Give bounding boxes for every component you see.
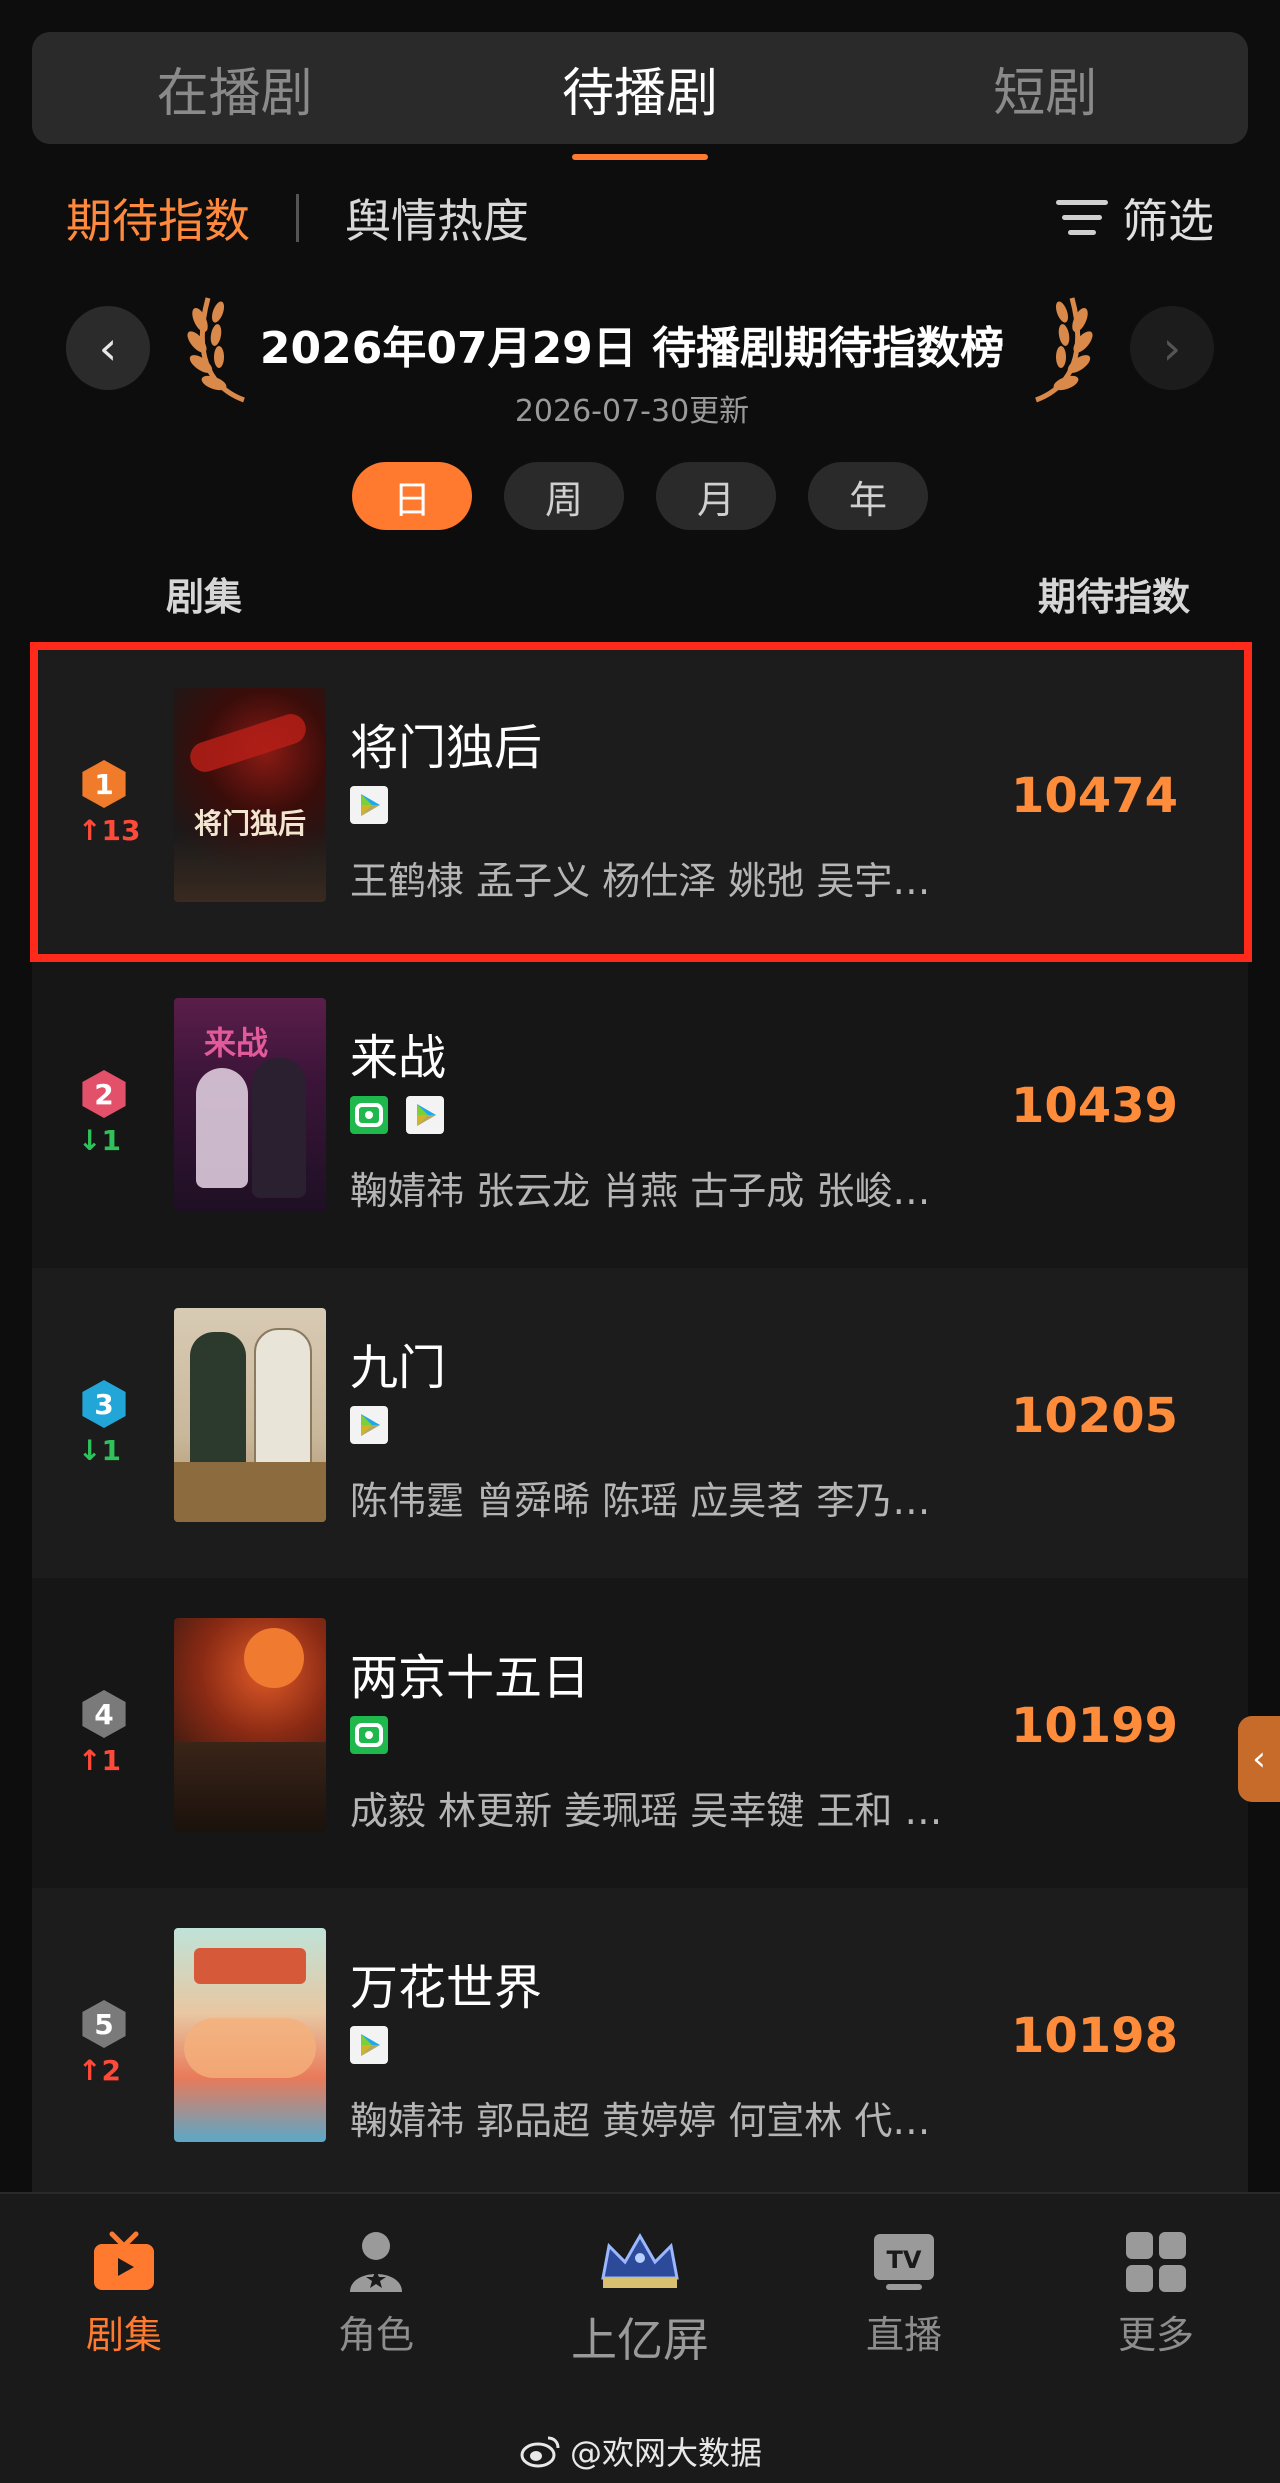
period-day[interactable]: 日 bbox=[352, 462, 472, 530]
nav-item-characters[interactable]: 角色 bbox=[296, 2228, 456, 2359]
ranking-row[interactable]: 4 ↑1 两京十五日 成毅 林更新 姜珮瑶 吴幸键 王和 … 10199 bbox=[32, 1578, 1248, 1888]
filter-icon bbox=[1056, 198, 1108, 238]
show-poster[interactable]: 来战 bbox=[174, 998, 326, 1212]
chevron-right-icon: › bbox=[1162, 321, 1182, 375]
credit-text: @欢网大数据 bbox=[570, 2434, 763, 2472]
tencent-video-icon bbox=[406, 1096, 444, 1134]
grid-icon bbox=[1122, 2228, 1190, 2296]
expectation-score: 10439 bbox=[1011, 1078, 1178, 1134]
rank-change: ↑1 bbox=[78, 1744, 121, 1777]
prev-day-button[interactable]: ‹ bbox=[66, 306, 150, 390]
nav-label: 角色 bbox=[337, 2313, 414, 2357]
weibo-icon bbox=[520, 2436, 560, 2468]
column-header-index: 期待指数 bbox=[1037, 575, 1190, 619]
side-drawer-toggle[interactable]: ‹ bbox=[1238, 1716, 1280, 1802]
nav-item-billion-screen[interactable]: 上亿屏 bbox=[560, 2228, 720, 2370]
show-title: 九门 bbox=[350, 1340, 447, 1396]
show-poster[interactable] bbox=[174, 1308, 326, 1522]
tv-live-icon: TV bbox=[870, 2228, 938, 2296]
ranking-list: 1 ↑13 将门独后 将门独后 王鹤棣 孟子义 杨仕泽 姚弛 吴宇… 10474… bbox=[32, 648, 1248, 2198]
expectation-score: 10198 bbox=[1011, 2008, 1178, 2064]
board-title: 2026年07月29日 待播剧期待指数榜 bbox=[259, 323, 1005, 374]
rank-badge: 2 bbox=[82, 1070, 126, 1118]
rank-badge: 3 bbox=[82, 1380, 126, 1428]
ranking-row[interactable]: 1 ↑13 将门独后 将门独后 王鹤棣 孟子义 杨仕泽 姚弛 吴宇… 10474 bbox=[32, 648, 1248, 958]
show-title: 两京十五日 bbox=[350, 1650, 591, 1706]
period-week[interactable]: 周 bbox=[504, 462, 624, 530]
tencent-video-icon bbox=[350, 1406, 388, 1444]
poster-title-text: 将门独后 bbox=[193, 807, 306, 840]
platform-list bbox=[350, 1406, 388, 1444]
ranking-row[interactable]: 5 ↑2 万花世界 鞠婧祎 郭品超 黄婷婷 何宣林 代… 10198 bbox=[32, 1888, 1248, 2198]
show-title: 万花世界 bbox=[350, 1960, 543, 2016]
expectation-score: 10474 bbox=[1011, 768, 1178, 824]
nav-label: 直播 bbox=[865, 2313, 942, 2357]
weibo-watermark: @欢网大数据 bbox=[520, 2428, 762, 2474]
next-day-button[interactable]: › bbox=[1130, 306, 1214, 390]
iqiyi-icon bbox=[350, 1716, 388, 1754]
filter-button[interactable]: 筛选 bbox=[1056, 188, 1214, 248]
person-star-icon bbox=[342, 2228, 410, 2296]
nav-label: 剧集 bbox=[85, 2313, 162, 2357]
laurel-right-icon bbox=[1035, 297, 1093, 403]
iqiyi-icon bbox=[350, 1096, 388, 1134]
rank-change: ↑13 bbox=[78, 814, 141, 847]
crown-icon bbox=[595, 2228, 685, 2296]
show-cast: 陈伟霆 曾舜晞 陈瑶 应昊茗 李乃… bbox=[350, 1479, 931, 1523]
svg-text:TV: TV bbox=[887, 2246, 922, 2274]
rank-badge: 1 bbox=[82, 760, 126, 808]
period-selector: 日 周 月 年 bbox=[352, 462, 928, 530]
rank-badge: 5 bbox=[82, 2000, 126, 2048]
show-poster[interactable] bbox=[174, 1618, 326, 1832]
rank-change: ↓1 bbox=[78, 1434, 121, 1467]
period-year[interactable]: 年 bbox=[808, 462, 928, 530]
ranking-row[interactable]: 2 ↓1 来战 来战 鞠婧祎 张云龙 肖燕 古子成 张峻… 10439 bbox=[32, 958, 1248, 1268]
show-cast: 王鹤棣 孟子义 杨仕泽 姚弛 吴宇… bbox=[350, 859, 931, 903]
show-poster[interactable] bbox=[174, 1928, 326, 2142]
platform-list bbox=[350, 1096, 444, 1134]
show-title: 来战 bbox=[350, 1030, 447, 1086]
platform-list bbox=[350, 2026, 388, 2064]
nav-label: 更多 bbox=[1117, 2313, 1194, 2357]
subtab-public-opinion[interactable]: 舆情热度 bbox=[345, 185, 529, 251]
tab-short-drama[interactable]: 短剧 bbox=[895, 51, 1195, 126]
show-poster[interactable]: 将门独后 bbox=[174, 688, 326, 902]
show-cast: 鞠婧祎 郭品超 黄婷婷 何宣林 代… bbox=[350, 2099, 931, 2143]
nav-item-live[interactable]: TV 直播 bbox=[824, 2228, 984, 2359]
subtab-bar: 期待指数 舆情热度 bbox=[66, 188, 529, 248]
board-updated-date: 2026-07-30更新 bbox=[514, 394, 750, 429]
tencent-video-icon bbox=[350, 786, 388, 824]
tencent-video-icon bbox=[350, 2026, 388, 2064]
subtab-divider bbox=[296, 194, 299, 242]
show-cast: 鞠婧祎 张云龙 肖燕 古子成 张峻… bbox=[350, 1169, 931, 1213]
rank-change: ↑2 bbox=[78, 2054, 121, 2087]
platform-list bbox=[350, 1716, 388, 1754]
tab-airing[interactable]: 在播剧 bbox=[85, 51, 385, 126]
rank-badge: 4 bbox=[82, 1690, 126, 1738]
rank-change: ↓1 bbox=[78, 1124, 121, 1157]
subtab-expectation-index[interactable]: 期待指数 bbox=[66, 185, 250, 251]
expectation-score: 10199 bbox=[1011, 1698, 1178, 1754]
nav-label: 上亿屏 bbox=[571, 2313, 709, 2367]
nav-item-series[interactable]: 剧集 bbox=[44, 2228, 204, 2359]
platform-list bbox=[350, 786, 388, 824]
column-header-show: 剧集 bbox=[166, 575, 243, 619]
show-cast: 成毅 林更新 姜珮瑶 吴幸键 王和 … bbox=[350, 1789, 943, 1833]
filter-label: 筛选 bbox=[1122, 194, 1214, 248]
ranking-row[interactable]: 3 ↓1 九门 陈伟霆 曾舜晞 陈瑶 应昊茗 李乃… 10205 bbox=[32, 1268, 1248, 1578]
chevron-left-icon: ‹ bbox=[98, 321, 118, 375]
chevron-left-icon: ‹ bbox=[1252, 1739, 1266, 1779]
show-title: 将门独后 bbox=[350, 720, 543, 776]
nav-item-more[interactable]: 更多 bbox=[1076, 2228, 1236, 2359]
tv-icon bbox=[90, 2228, 158, 2296]
period-month[interactable]: 月 bbox=[656, 462, 776, 530]
top-tab-bar: 在播剧 待播剧 短剧 bbox=[32, 32, 1248, 144]
expectation-score: 10205 bbox=[1011, 1388, 1178, 1444]
tab-upcoming[interactable]: 待播剧 bbox=[490, 51, 790, 126]
